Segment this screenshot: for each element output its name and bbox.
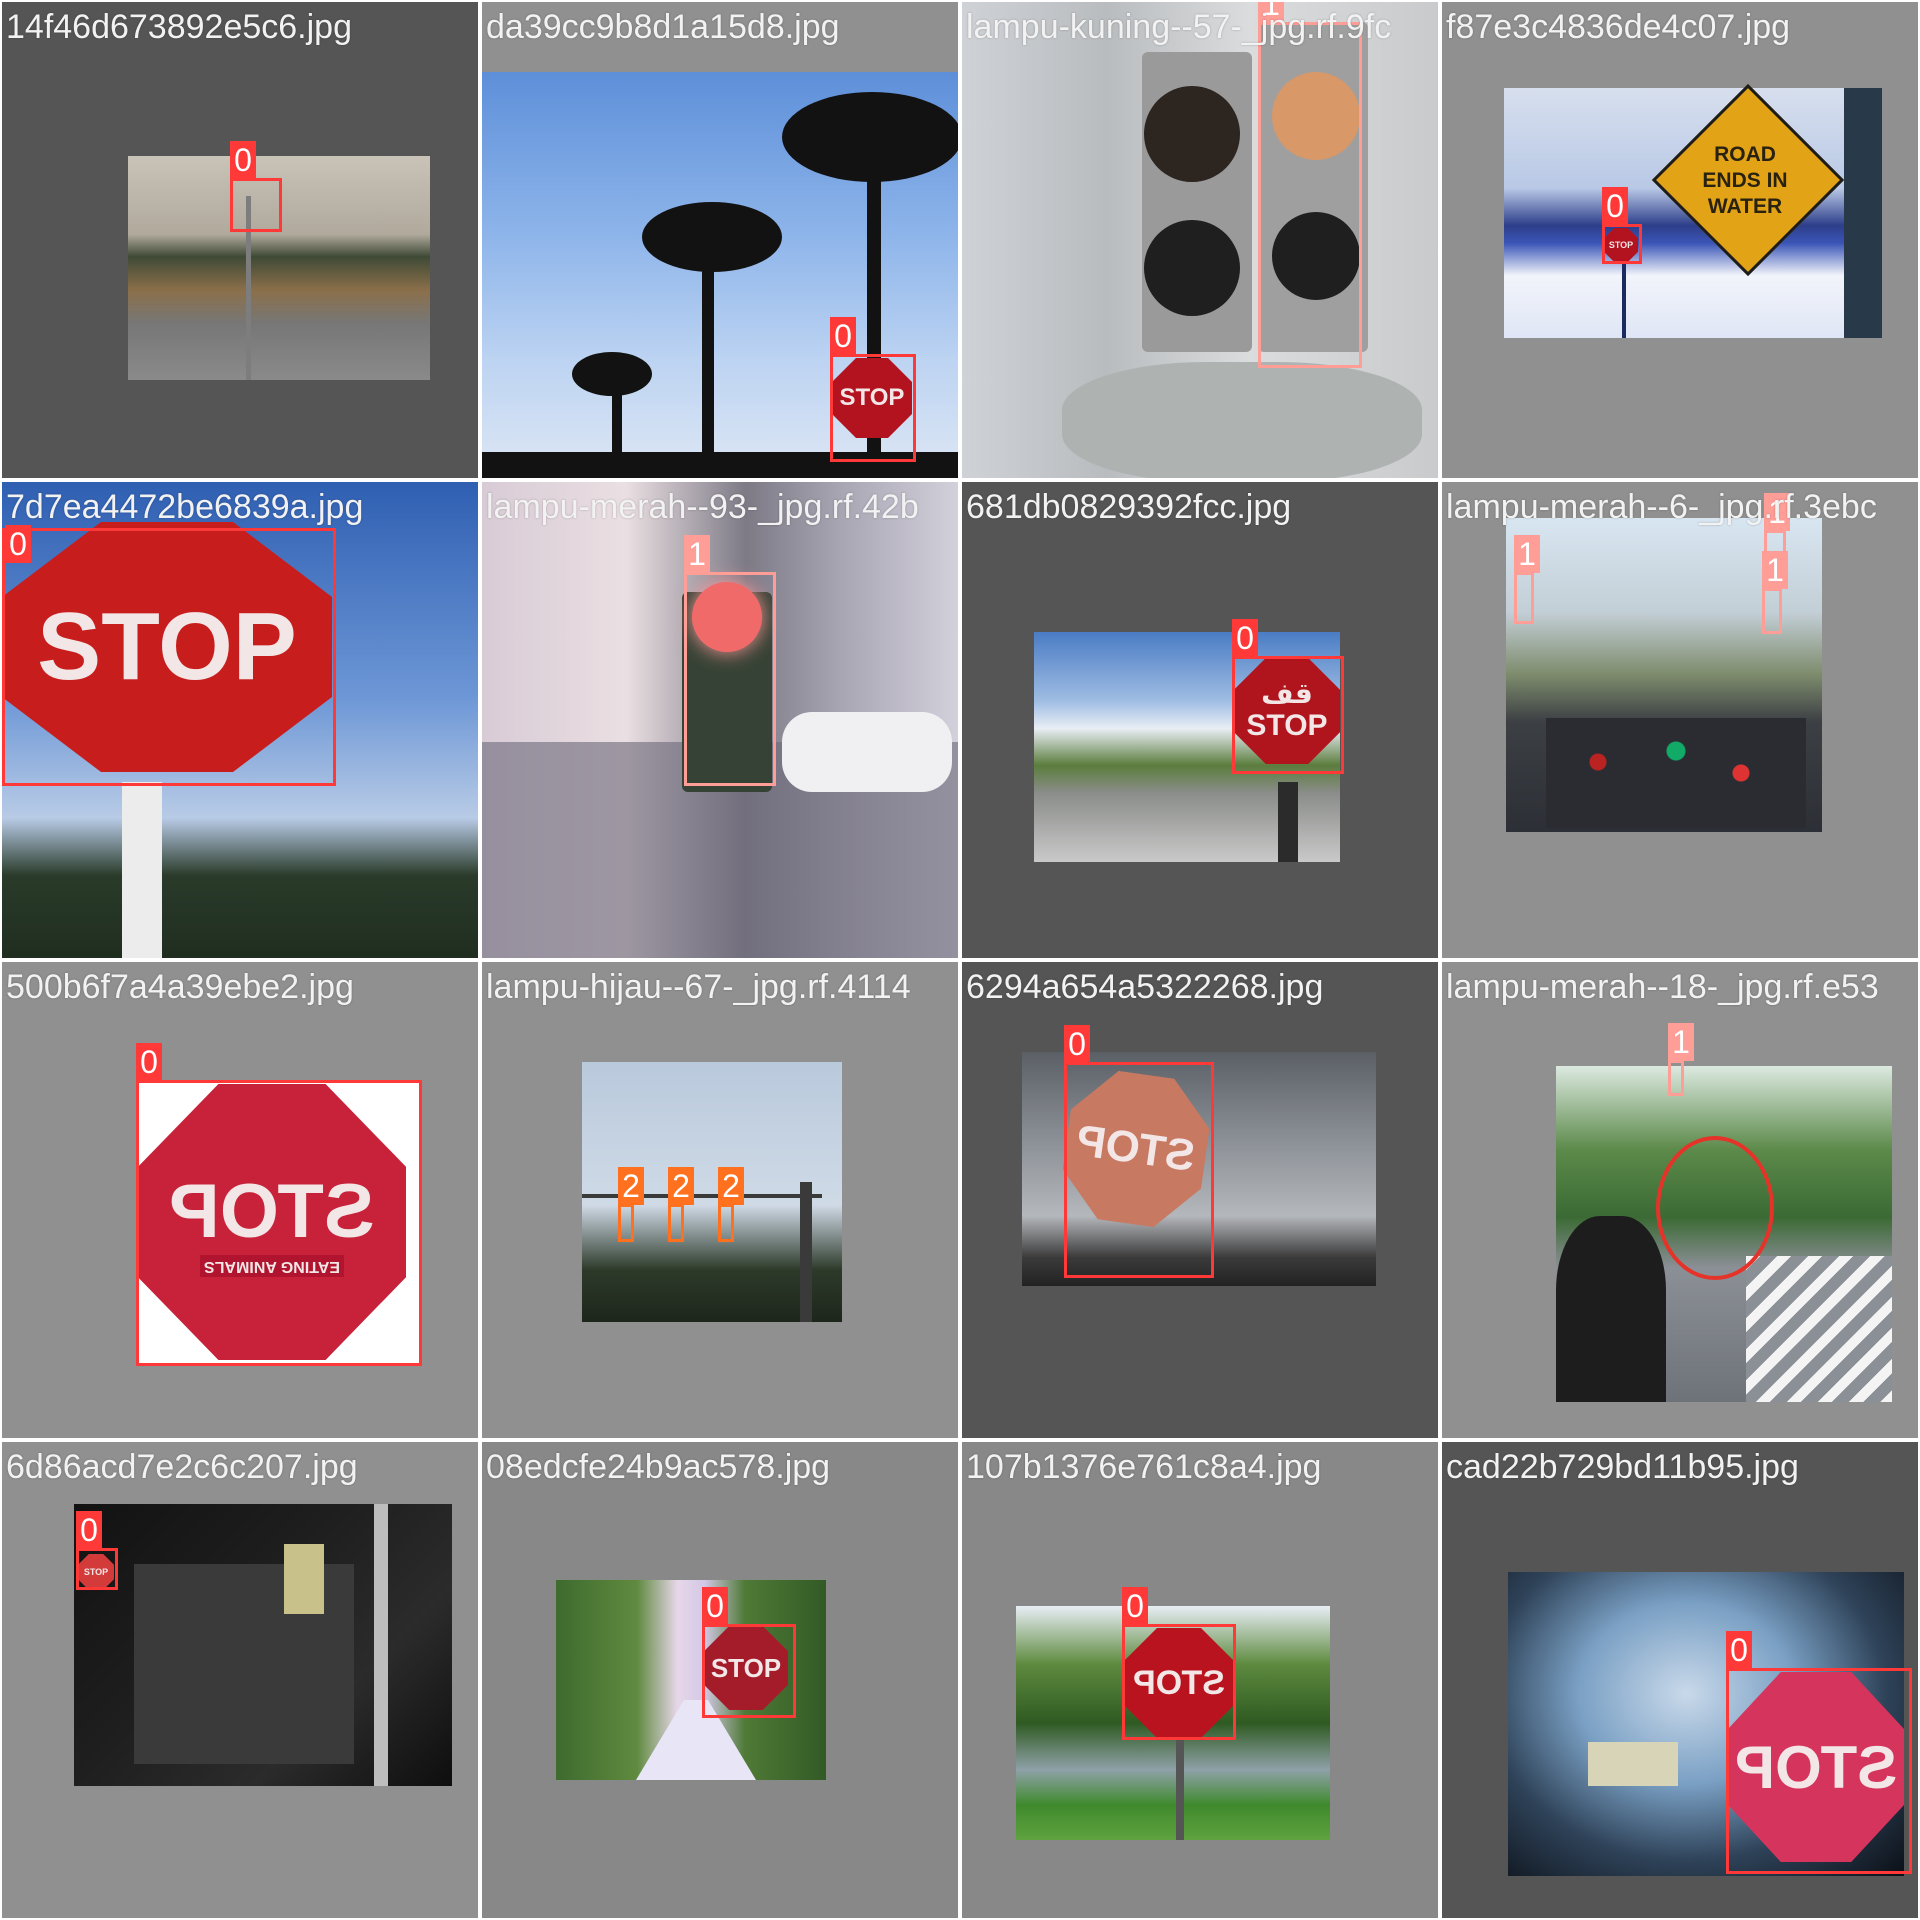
detection-grid: 14f46d673892e5c6.jpg 0 da39cc9b8d1a15d8.… [0, 0, 1920, 1920]
tile-lampu-merah-93[interactable]: lampu-merah--93-_jpg.rf.42b 1 [480, 480, 960, 960]
detection-box: 2 [618, 1167, 644, 1242]
tile-filename: da39cc9b8d1a15d8.jpg [486, 8, 840, 46]
detection-box: 0 [1602, 187, 1642, 264]
tile-filename: lampu-merah--6-_jpg.rf.3ebc [1446, 488, 1877, 526]
detection-box: 0 [2, 525, 336, 786]
class-label: 0 [1602, 187, 1628, 225]
tile-filename: 7d7ea4472be6839a.jpg [6, 488, 364, 526]
tile-da39cc9b8d1a15d8[interactable]: da39cc9b8d1a15d8.jpg STOP 0 [480, 0, 960, 480]
highlight-circle [1656, 1136, 1774, 1280]
class-label: 2 [718, 1167, 744, 1205]
tile-14f46d673892e5c6[interactable]: 14f46d673892e5c6.jpg 0 [0, 0, 480, 480]
detection-box: 0 [1726, 1631, 1912, 1874]
tile-filename: 681db0829392fcc.jpg [966, 488, 1292, 526]
tile-6294a654a5322268[interactable]: 6294a654a5322268.jpg STOP 0 [960, 960, 1440, 1440]
tile-500b6f7a4a39ebe2[interactable]: 500b6f7a4a39ebe2.jpg STOP EATING ANIMALS… [0, 960, 480, 1440]
class-label: 1 [1762, 551, 1788, 589]
tile-photo [962, 2, 1438, 478]
tile-7d7ea4472be6839a[interactable]: 7d7ea4472be6839a.jpg STOP 0 [0, 480, 480, 960]
class-label: 2 [668, 1167, 694, 1205]
tile-f87e3c4836de4c07[interactable]: f87e3c4836de4c07.jpg ROAD ENDS IN WATER … [1440, 0, 1920, 480]
tile-photo [74, 1504, 452, 1786]
detection-box: 0 [1232, 619, 1344, 774]
tile-filename: lampu-merah--18-_jpg.rf.e53 [1446, 968, 1879, 1006]
class-label: 0 [1726, 1631, 1752, 1669]
tile-filename: 107b1376e761c8a4.jpg [966, 1448, 1322, 1486]
detection-box: 0 [702, 1587, 796, 1718]
class-label: 1 [1514, 535, 1540, 573]
class-label: 0 [1064, 1025, 1090, 1063]
tile-filename: 14f46d673892e5c6.jpg [6, 8, 352, 46]
tile-filename: 6d86acd7e2c6c207.jpg [6, 1448, 358, 1486]
detection-box: 0 [230, 141, 282, 232]
detection-box: 1 [1668, 1023, 1694, 1096]
tile-filename: 500b6f7a4a39ebe2.jpg [6, 968, 354, 1006]
detection-box: 2 [668, 1167, 694, 1242]
tile-filename: lampu-merah--93-_jpg.rf.42b [486, 488, 919, 526]
detection-box: 1 [684, 535, 776, 786]
class-label: 0 [1232, 619, 1258, 657]
class-label: 0 [136, 1043, 162, 1081]
class-label: 0 [230, 141, 256, 179]
class-label: 0 [830, 317, 856, 355]
detection-box: 1 [1514, 535, 1540, 624]
detection-box: 0 [830, 317, 916, 462]
tile-lampu-kuning-57[interactable]: lampu-kuning--57-_jpg.rf.9fc 1 [960, 0, 1440, 480]
tile-filename: 08edcfe24b9ac578.jpg [486, 1448, 831, 1486]
detection-box: 0 [1064, 1025, 1214, 1278]
road-ends-sign-text: ROAD ENDS IN WATER [1702, 143, 1788, 218]
class-label: 1 [684, 535, 710, 573]
tile-08edcfe24b9ac578[interactable]: 08edcfe24b9ac578.jpg STOP 0 [480, 1440, 960, 1920]
detection-box: 2 [718, 1167, 744, 1242]
class-label: 2 [618, 1167, 644, 1205]
tile-cad22b729bd11b95[interactable]: cad22b729bd11b95.jpg STOP 0 [1440, 1440, 1920, 1920]
class-label: 1 [1668, 1023, 1694, 1061]
class-label: 0 [5, 525, 31, 563]
detection-box: 0 [1122, 1587, 1236, 1740]
detection-box: 1 [1258, 2, 1362, 368]
tile-filename: cad22b729bd11b95.jpg [1446, 1448, 1799, 1486]
class-label: 0 [76, 1511, 102, 1549]
tile-6d86acd7e2c6c207[interactable]: 6d86acd7e2c6c207.jpg STOP 0 [0, 1440, 480, 1920]
tile-filename: lampu-kuning--57-_jpg.rf.9fc [966, 8, 1392, 46]
tile-681db0829392fcc[interactable]: 681db0829392fcc.jpg قف STOP 0 [960, 480, 1440, 960]
tile-lampu-merah-18[interactable]: lampu-merah--18-_jpg.rf.e53 1 [1440, 960, 1920, 1440]
class-label: 0 [702, 1587, 728, 1625]
detection-box: 1 [1762, 551, 1788, 634]
tile-107b1376e761c8a4[interactable]: 107b1376e761c8a4.jpg STOP 0 [960, 1440, 1440, 1920]
tile-filename: f87e3c4836de4c07.jpg [1446, 8, 1791, 46]
tile-filename: 6294a654a5322268.jpg [966, 968, 1324, 1006]
tile-lampu-hijau-67[interactable]: lampu-hijau--67-_jpg.rf.4114 2 2 2 [480, 960, 960, 1440]
detection-box: 0 [136, 1043, 422, 1366]
detection-box: 0 [76, 1511, 118, 1590]
class-label: 0 [1122, 1587, 1148, 1625]
tile-photo [1556, 1066, 1892, 1402]
tile-filename: lampu-hijau--67-_jpg.rf.4114 [486, 968, 911, 1006]
tile-lampu-merah-6[interactable]: lampu-merah--6-_jpg.rf.3ebc 1 1 1 [1440, 480, 1920, 960]
